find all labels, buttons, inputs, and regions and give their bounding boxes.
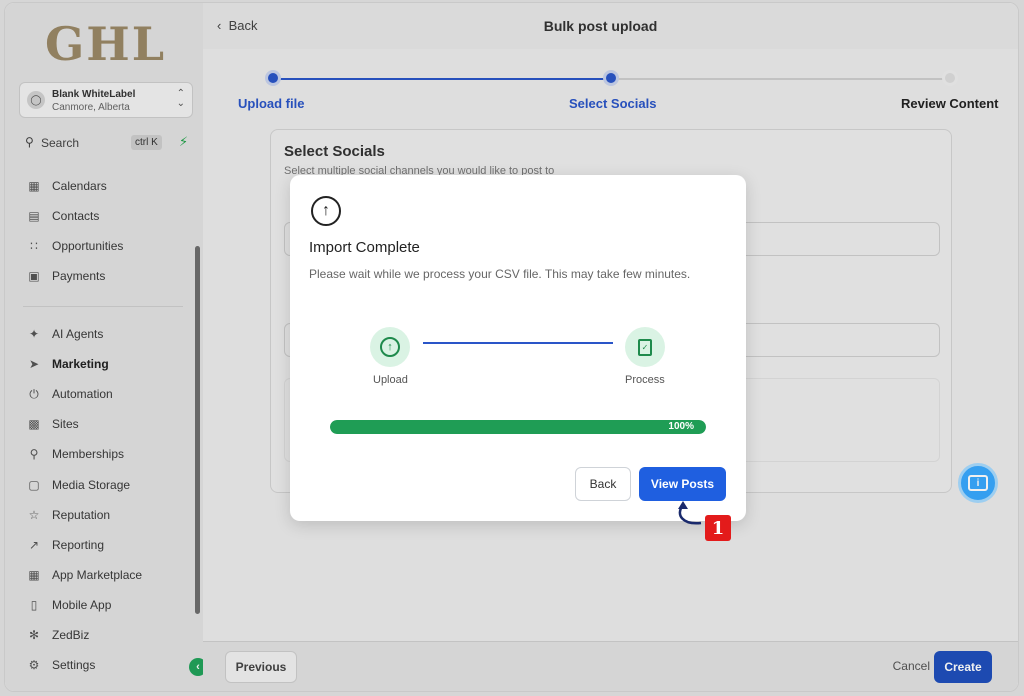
upload-step-icon: ↑ (380, 337, 400, 357)
process-step-node: ✓ (625, 327, 665, 367)
import-complete-modal: ↑ Import Complete Please wait while we p… (290, 175, 746, 521)
back-button[interactable]: Back (575, 467, 631, 501)
document-check-icon: ✓ (638, 338, 652, 356)
view-posts-button[interactable]: View Posts (639, 467, 726, 501)
progress-connector (423, 342, 613, 344)
annotation-marker: 1 (705, 515, 731, 541)
app-window: GHL ◯ Blank WhiteLabel Canmore, Alberta … (4, 2, 1019, 692)
upload-step-node: ↑ (370, 327, 410, 367)
modal-title: Import Complete (309, 239, 420, 256)
modal-description: Please wait while we process your CSV fi… (309, 267, 691, 281)
upload-step-label: Upload (373, 374, 408, 386)
annotation-number: 1 (705, 515, 731, 541)
progress-fill (330, 420, 706, 434)
progress-percent: 100% (668, 421, 694, 432)
upload-circle-icon: ↑ (311, 196, 341, 226)
annotation-arrow-icon (678, 501, 702, 525)
process-step-label: Process (625, 374, 665, 386)
progress-bar: 100% (330, 420, 706, 434)
